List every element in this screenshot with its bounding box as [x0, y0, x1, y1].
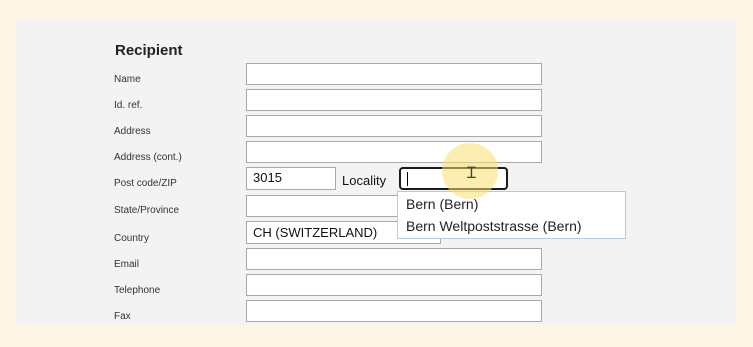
locality-label: Locality — [342, 173, 387, 188]
fax-field[interactable] — [246, 300, 542, 322]
label-address-cont: Address (cont.) — [114, 152, 182, 163]
locality-autocomplete: Bern (Bern) Bern Weltpoststrasse (Bern) — [397, 191, 626, 239]
label-email: Email — [114, 259, 140, 270]
text-caret — [407, 172, 408, 186]
telephone-field[interactable] — [246, 274, 542, 296]
label-state: State/Province — [114, 205, 180, 216]
label-name: Name — [114, 74, 141, 85]
ibeam-cursor-icon: Ɪ — [467, 163, 476, 182]
label-telephone: Telephone — [114, 285, 161, 296]
autocomplete-option[interactable]: Bern Weltpoststrasse (Bern) — [406, 218, 582, 234]
section-title: Recipient — [115, 42, 183, 59]
label-postcode: Post code/ZIP — [114, 178, 177, 189]
name-field[interactable] — [246, 63, 542, 85]
id-ref-field[interactable] — [246, 89, 542, 111]
label-address: Address — [114, 126, 151, 137]
address-cont-field[interactable] — [246, 141, 542, 163]
address-field[interactable] — [246, 115, 542, 137]
label-fax: Fax — [114, 311, 131, 322]
postcode-field[interactable]: 3015 — [246, 167, 336, 190]
label-id-ref: Id. ref. — [114, 100, 143, 111]
email-field[interactable] — [246, 248, 542, 270]
state-field[interactable] — [246, 195, 400, 217]
label-country: Country — [114, 233, 150, 244]
